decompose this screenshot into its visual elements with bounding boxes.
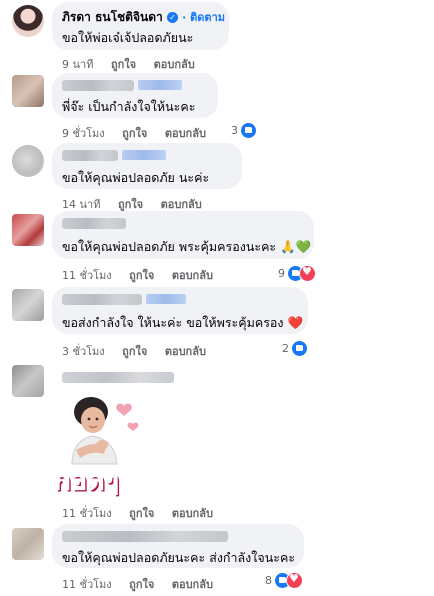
reply-button[interactable]: ตอบกลับ (172, 269, 213, 282)
reply-button[interactable]: ตอบกลับ (172, 507, 213, 520)
reaction-count: 3 (231, 124, 238, 137)
comment-bubble: ขอให้คุณพ่อปลอดภัย พระคุ้มครองนะคะ 🙏💚 (52, 211, 314, 259)
reaction-summary[interactable]: 8 (265, 572, 303, 589)
reaction-summary[interactable]: 3 (231, 122, 257, 139)
comment-time[interactable]: 14 นาที (62, 198, 100, 211)
reply-button[interactable]: ตอบกลับ (165, 127, 206, 140)
avatar[interactable] (12, 214, 44, 246)
reply-button[interactable]: ตอบกลับ (165, 345, 206, 358)
comment-bubble: ขอส่งกำลังใจ ให้นะค่ะ ขอให้พระคุ้มครอง ❤… (52, 287, 308, 334)
comment-text: ขอให้คุณพ่อปลอดภัยนะคะ ส่งกำลังใจนะคะ (62, 550, 296, 565)
comment-actions: 9 นาที ถูกใจ ตอบกลับ (62, 55, 209, 73)
avatar[interactable] (12, 365, 44, 397)
like-reaction-icon (240, 122, 257, 139)
reaction-count: 8 (265, 574, 272, 587)
comment-text: ขอให้พ่อเจ๋เจ้ปลอดภัยนะ (62, 30, 194, 45)
comment-text: ขอให้คุณพ่อปลอดภัย พระคุ้มครองนะคะ 🙏💚 (62, 239, 312, 254)
comment-actions: 11 ชั่วโมง ถูกใจ ตอบกลับ (62, 575, 227, 593)
like-button[interactable]: ถูกใจ (129, 269, 154, 282)
like-button[interactable]: ถูกใจ (111, 58, 136, 71)
avatar[interactable] (12, 145, 44, 177)
author-name-blurred[interactable] (62, 218, 126, 229)
reaction-count: 2 (282, 342, 289, 355)
like-button[interactable]: ถูกใจ (129, 578, 154, 591)
author-tag-blurred (146, 294, 186, 304)
sticker-text: กอดๆ (53, 464, 119, 496)
comment-actions: 11 ชั่วโมง ถูกใจ ตอบกลับ (62, 266, 227, 284)
verified-badge-icon: ✓ (166, 12, 178, 23)
like-button[interactable]: ถูกใจ (122, 127, 147, 140)
reply-button[interactable]: ตอบกลับ (172, 578, 213, 591)
comment-time[interactable]: 3 ชั่วโมง (62, 345, 105, 358)
reply-button[interactable]: ตอบกลับ (161, 198, 202, 211)
author-tag-blurred (122, 150, 166, 160)
follow-link[interactable]: · ติดตาม (182, 11, 225, 24)
reaction-count: 9 (278, 267, 285, 280)
avatar[interactable] (12, 75, 44, 107)
like-button[interactable]: ถูกใจ (129, 507, 154, 520)
love-reaction-icon (299, 265, 316, 282)
comment-author[interactable]: ภิรดา ธนโชติจินดา (62, 10, 163, 24)
like-reaction-icon (291, 340, 308, 357)
author-name-blurred[interactable] (62, 531, 228, 542)
sticker-hug[interactable]: กอดๆ (53, 390, 150, 498)
comment-text: พี่จ๊ะ เป็นกำลังใจให้นะคะ (62, 99, 196, 114)
comment-bubble: ขอให้คุณพ่อปลอดภัยนะคะ ส่งกำลังใจนะคะ (52, 524, 304, 568)
pray-green-heart-emoji: 🙏💚 (280, 239, 312, 254)
comment-time[interactable]: 11 ชั่วโมง (62, 507, 112, 520)
author-name-blurred[interactable] (62, 372, 174, 383)
author-tag-blurred (138, 80, 182, 90)
author-name-blurred[interactable] (62, 150, 118, 161)
comment-time[interactable]: 9 ชั่วโมง (62, 127, 105, 140)
like-button[interactable]: ถูกใจ (122, 345, 147, 358)
reply-button[interactable]: ตอบกลับ (154, 58, 195, 71)
comment-time[interactable]: 11 ชั่วโมง (62, 269, 112, 282)
reaction-summary[interactable]: 9 (278, 265, 316, 282)
author-name-blurred[interactable] (62, 294, 142, 305)
comment-bubble: ภิรดา ธนโชติจินดา ✓ · ติดตาม ขอให้พ่อเจ๋… (52, 2, 229, 50)
comment-bubble: พี่จ๊ะ เป็นกำลังใจให้นะคะ (52, 73, 218, 118)
avatar[interactable] (12, 5, 44, 37)
comment-text: ขอส่งกำลังใจ ให้นะค่ะ ขอให้พระคุ้มครอง ❤… (62, 315, 304, 330)
like-button[interactable]: ถูกใจ (118, 198, 143, 211)
comment-text: ขอให้คุณพ่อปลอดภัย นะค่ะ (62, 170, 210, 185)
comment-bubble: ขอให้คุณพ่อปลอดภัย นะค่ะ (52, 143, 242, 189)
love-reaction-icon (286, 572, 303, 589)
author-name-blurred[interactable] (62, 80, 134, 91)
red-heart-emoji: ❤️ (287, 315, 304, 330)
avatar[interactable] (12, 528, 44, 560)
comment-actions: 3 ชั่วโมง ถูกใจ ตอบกลับ (62, 342, 220, 360)
avatar[interactable] (12, 289, 44, 321)
comment-time[interactable]: 11 ชั่วโมง (62, 578, 112, 591)
comment-time[interactable]: 9 นาที (62, 58, 93, 71)
reaction-summary[interactable]: 2 (282, 340, 308, 357)
comment-actions: 9 ชั่วโมง ถูกใจ ตอบกลับ (62, 124, 220, 142)
comment-actions: 11 ชั่วโมง ถูกใจ ตอบกลับ (62, 504, 227, 522)
